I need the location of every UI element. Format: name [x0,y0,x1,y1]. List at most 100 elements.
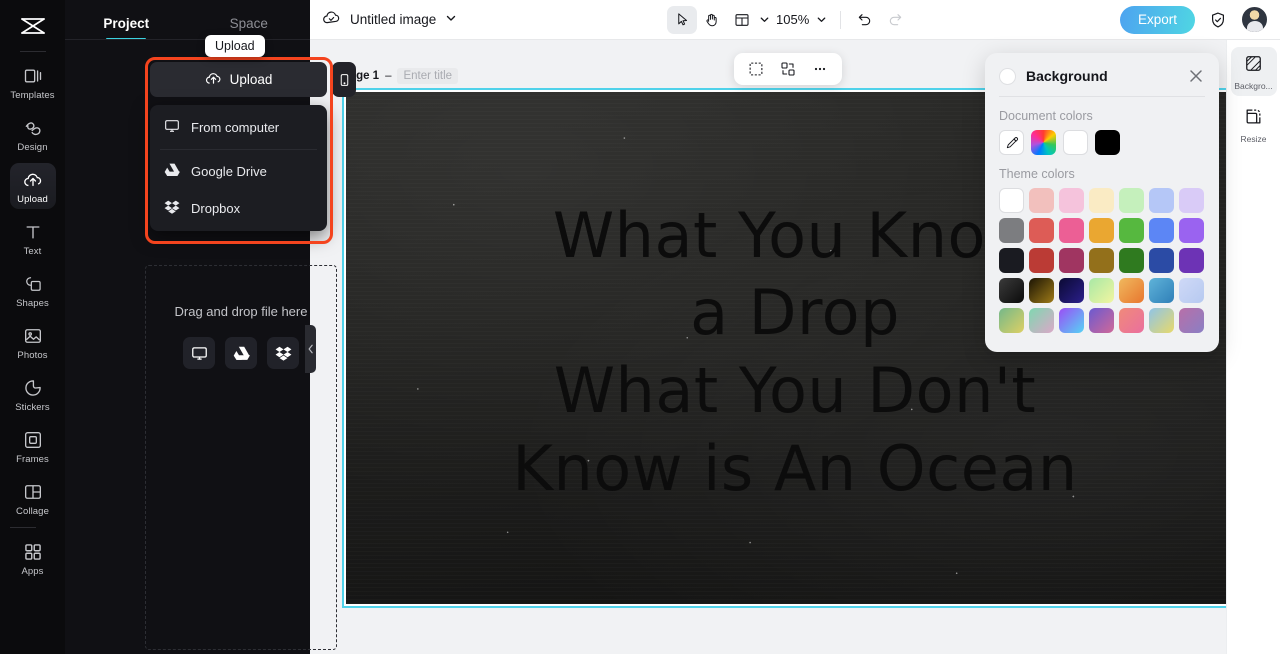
sidebar-item-label: Stickers [15,402,50,413]
theme-swatch-r1-c3[interactable] [1059,188,1084,213]
page-title-input[interactable]: Enter title [397,68,458,84]
sidebar-item-photos[interactable]: Photos [10,319,56,365]
page-dash: – [385,70,391,82]
sidebar-item-resize[interactable]: Resize [1231,100,1277,149]
dropbox-icon [164,199,180,218]
theme-swatch-r3-c2[interactable] [1029,248,1054,273]
panel-collapse-handle[interactable] [305,325,316,373]
black-swatch[interactable] [1095,130,1120,155]
hand-tool-button[interactable] [697,6,727,34]
theme-swatch-r5-c2[interactable] [1029,308,1054,333]
dropzone-dropbox-icon[interactable] [267,337,299,369]
export-button[interactable]: Export [1120,6,1195,34]
theme-swatch-r5-c6[interactable] [1149,308,1174,333]
menu-item-google-drive[interactable]: Google Drive [150,153,327,190]
theme-swatch-r5-c3[interactable] [1059,308,1084,333]
menu-item-dropbox[interactable]: Dropbox [150,190,327,227]
resize-frame-icon [1244,107,1263,131]
theme-swatch-r1-c5[interactable] [1119,188,1144,213]
top-toolbar: Untitled image [310,0,1280,40]
theme-swatch-r3-c1[interactable] [999,248,1024,273]
tab-project[interactable]: Project [65,16,188,40]
design-icon [22,117,44,139]
theme-swatch-r5-c4[interactable] [1089,308,1114,333]
theme-swatch-r4-c6[interactable] [1149,278,1174,303]
document-colors-label: Document colors [985,97,1219,130]
theme-swatch-r1-c6[interactable] [1149,188,1174,213]
theme-swatch-r1-c1[interactable] [999,188,1024,213]
theme-swatch-r2-c5[interactable] [1119,218,1144,243]
theme-swatch-r3-c6[interactable] [1149,248,1174,273]
artboard-text-line: What You Know [553,198,1037,274]
document-title-group[interactable]: Untitled image [322,8,457,32]
mobile-upload-button[interactable] [332,62,356,97]
eyedropper-swatch[interactable] [999,130,1024,155]
dropzone-monitor-icon[interactable] [183,337,215,369]
upload-cloud-icon [205,70,222,90]
apps-grid-icon [22,541,44,563]
shield-check-icon[interactable] [1203,6,1233,34]
sidebar-item-label: Collage [16,506,49,517]
close-x-icon[interactable] [1187,67,1205,85]
theme-swatch-r2-c3[interactable] [1059,218,1084,243]
drag-drop-zone[interactable]: Drag and drop file here [145,265,337,650]
theme-swatch-r4-c2[interactable] [1029,278,1054,303]
sidebar-item-apps[interactable]: Apps [10,535,56,581]
theme-swatch-r5-c1[interactable] [999,308,1024,333]
theme-swatch-r5-c7[interactable] [1179,308,1204,333]
theme-swatch-r2-c2[interactable] [1029,218,1054,243]
crop-dashed-icon[interactable] [742,56,770,82]
sidebar-item-shapes[interactable]: Shapes [10,267,56,313]
dropzone-google-drive-icon[interactable] [225,337,257,369]
sidebar-item-upload[interactable]: Upload [10,163,56,209]
sidebar-item-templates[interactable]: Templates [10,59,56,105]
theme-swatch-r5-c5[interactable] [1119,308,1144,333]
sidebar-item-text[interactable]: Text [10,215,56,261]
tabs-underline [65,39,310,40]
upload-cloud-icon [22,169,44,191]
rail-divider-bottom [10,527,36,528]
sidebar-item-background[interactable]: Backgro... [1231,47,1277,96]
theme-swatch-r2-c4[interactable] [1089,218,1114,243]
redo-button[interactable] [880,6,910,34]
background-preview-swatch[interactable] [999,68,1016,85]
menu-item-dropbox-label: Dropbox [191,201,240,216]
theme-swatch-r4-c1[interactable] [999,278,1024,303]
theme-swatch-r4-c7[interactable] [1179,278,1204,303]
chevron-down-icon[interactable] [445,11,457,29]
theme-swatch-r2-c6[interactable] [1149,218,1174,243]
theme-swatch-r1-c4[interactable] [1089,188,1114,213]
select-tool-button[interactable] [667,6,697,34]
sidebar-item-collage[interactable]: Collage [10,475,56,521]
theme-swatch-r4-c3[interactable] [1059,278,1084,303]
theme-swatch-r3-c3[interactable] [1059,248,1084,273]
drag-drop-label: Drag and drop file here [175,304,308,319]
sidebar-item-frames[interactable]: Frames [10,423,56,469]
theme-swatch-r3-c5[interactable] [1119,248,1144,273]
theme-swatch-r3-c4[interactable] [1089,248,1114,273]
tab-project-label: Project [103,16,149,31]
capcut-logo[interactable] [11,8,55,44]
sidebar-item-label: Photos [17,350,47,361]
layout-chevron-down-icon[interactable] [759,14,770,25]
theme-swatch-r1-c2[interactable] [1029,188,1054,213]
layout-tool-button[interactable] [727,6,757,34]
theme-swatch-r4-c4[interactable] [1089,278,1114,303]
theme-swatch-r1-c7[interactable] [1179,188,1204,213]
zoom-level-value[interactable]: 105% [776,12,809,27]
theme-swatch-r3-c7[interactable] [1179,248,1204,273]
white-swatch[interactable] [1063,130,1088,155]
theme-swatch-r2-c7[interactable] [1179,218,1204,243]
undo-button[interactable] [850,6,880,34]
sidebar-item-stickers[interactable]: Stickers [10,371,56,417]
menu-item-from-computer[interactable]: From computer [150,109,327,146]
theme-swatch-r4-c5[interactable] [1119,278,1144,303]
ellipsis-icon[interactable] [806,56,834,82]
zoom-chevron-down-icon[interactable] [816,14,827,25]
upload-button[interactable]: Upload [150,62,327,97]
sidebar-item-design[interactable]: Design [10,111,56,157]
magic-shapes-icon[interactable] [774,56,802,82]
theme-swatch-r2-c1[interactable] [999,218,1024,243]
rainbow-picker-swatch[interactable] [1031,130,1056,155]
user-avatar[interactable] [1241,6,1268,33]
